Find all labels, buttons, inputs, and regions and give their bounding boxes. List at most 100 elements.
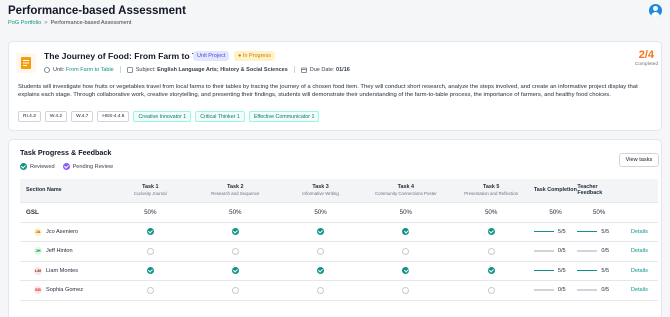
- user-avatar-icon[interactable]: [649, 4, 662, 17]
- reviewed-check-icon: [487, 228, 495, 236]
- task-3-status[interactable]: [277, 280, 364, 301]
- teacher-feedback-cell: 0/5: [577, 241, 621, 262]
- teacher-feedback-cell: 5/5: [577, 222, 621, 242]
- task-completion-cell: 5/5: [533, 222, 578, 242]
- gsl-task-1: 50%: [107, 202, 193, 223]
- task-4-status[interactable]: [363, 261, 449, 281]
- due-label: Due Date:: [309, 66, 335, 73]
- not-started-circle-icon: [231, 247, 239, 255]
- reviewed-check-icon: [317, 267, 325, 275]
- gsl-task-5: 50%: [448, 202, 534, 223]
- col-task-4: Task 4 Community Connections Poster: [363, 179, 449, 203]
- student-cell: LM Liam Montes: [20, 261, 108, 281]
- task-4-status[interactable]: [363, 222, 449, 242]
- view-tasks-button[interactable]: View tasks: [619, 153, 659, 167]
- task-3-status[interactable]: [277, 222, 364, 242]
- reviewed-check-icon: [146, 228, 154, 236]
- teacher-feedback-cell: 0/5: [577, 280, 621, 301]
- avatar: SG: [34, 286, 42, 295]
- task-5-status[interactable]: [448, 222, 534, 242]
- task-4-status[interactable]: [363, 280, 449, 301]
- student-name[interactable]: Jeff Hinton: [46, 248, 73, 254]
- gsl-task-4: 50%: [363, 202, 449, 223]
- table-row: JH Jeff Hinton 0/5 0/5 Details: [20, 241, 658, 262]
- reviewed-check-icon: [487, 267, 495, 275]
- task-completion-cell: 0/5: [533, 241, 578, 262]
- task-2-status[interactable]: [192, 261, 278, 281]
- task-3-status[interactable]: [277, 241, 364, 262]
- task-2-status[interactable]: [192, 280, 278, 301]
- table-row: LM Liam Montes 5/5 5/5 Details: [20, 261, 658, 281]
- table-header-row: Section Name Task 1 Curiosity Journal Tas…: [20, 179, 658, 203]
- project-meta: Unit: From Farm to Table Subject: Englis…: [44, 66, 350, 73]
- col-teacher-feedback: Teacher Feedback: [577, 179, 621, 203]
- breadcrumb-current: Performance-based Assessment: [50, 20, 132, 26]
- student-cell: SG Sophia Gomez: [20, 280, 108, 301]
- competency-chip[interactable]: Creative Innovator 1: [133, 111, 192, 122]
- competency-chip[interactable]: Effective Communicator 1: [248, 111, 320, 122]
- standard-chip[interactable]: RI.4.3: [18, 111, 41, 122]
- project-document-icon: [16, 53, 36, 73]
- unit-label: Unit:: [53, 66, 65, 73]
- details-link[interactable]: Details: [631, 229, 648, 235]
- standard-chip[interactable]: W.4.7: [71, 111, 94, 122]
- gsl-completion: 50%: [533, 202, 578, 223]
- col-task-5: Task 5 Presentation and Reflection: [448, 179, 534, 203]
- task-4-status[interactable]: [363, 241, 449, 262]
- legend: Reviewed Pending Review: [20, 163, 113, 170]
- details-link[interactable]: Details: [631, 268, 648, 274]
- legend-pending-label: Pending Review: [72, 163, 114, 170]
- col-task-2-label: Task 2: [227, 184, 244, 191]
- subject-icon: [126, 66, 133, 73]
- task-2-status[interactable]: [192, 222, 278, 242]
- col-task-5-sub: Presentation and Reflection: [464, 191, 519, 197]
- due-value: 01/16: [336, 66, 350, 73]
- col-actions: [620, 179, 658, 203]
- completion-score: 0/5: [557, 248, 566, 254]
- standard-chip[interactable]: HSS-4.4.6: [97, 111, 130, 122]
- task-5-status[interactable]: [448, 280, 534, 301]
- gsl-row: GSL 50% 50% 50% 50% 50% 50% 50%: [20, 202, 658, 223]
- task-3-status[interactable]: [277, 261, 364, 281]
- task-1-status[interactable]: [107, 261, 193, 281]
- feedback-score: 0/5: [601, 287, 610, 293]
- completion-progress-bar: [533, 269, 554, 272]
- student-name[interactable]: Jco Aseniero: [46, 229, 78, 235]
- competency-chip[interactable]: Critical Thinker 1: [195, 111, 245, 122]
- details-cell: Details: [620, 222, 658, 242]
- student-cell: JH Jeff Hinton: [20, 241, 108, 262]
- task-1-status[interactable]: [107, 241, 193, 262]
- task-2-status[interactable]: [192, 241, 278, 262]
- student-name[interactable]: Sophia Gomez: [46, 287, 83, 293]
- student-name[interactable]: Liam Montes: [46, 268, 78, 274]
- completed-label: Completed: [634, 62, 658, 67]
- completed-count: 2/4: [638, 49, 654, 61]
- not-started-circle-icon: [487, 247, 495, 255]
- feedback-score: 5/5: [601, 267, 610, 274]
- task-5-status[interactable]: [448, 241, 534, 262]
- completion-score: 5/5: [557, 267, 566, 274]
- task-1-status[interactable]: [107, 280, 193, 301]
- not-started-circle-icon: [146, 247, 154, 255]
- col-task-5-label: Task 5: [482, 184, 500, 191]
- col-task-2: Task 2 Research and Sequence: [192, 179, 278, 203]
- breadcrumb: PoG Portfolio > Performance-based Assessme…: [8, 19, 131, 27]
- reviewed-check-icon: [317, 228, 325, 236]
- col-task-3-label: Task 3: [312, 184, 329, 191]
- task-5-status[interactable]: [448, 261, 534, 281]
- progress-table: Section Name Task 1 Curiosity Journal Tas…: [20, 179, 658, 301]
- col-task-completion: Task Completion: [533, 179, 578, 203]
- details-link[interactable]: Details: [631, 248, 648, 254]
- status-badge: ● In Progress: [234, 51, 275, 61]
- standard-chip[interactable]: W.4.2: [44, 111, 68, 122]
- completion-progress-bar: [533, 230, 554, 233]
- feedback-progress-bar: [577, 289, 598, 291]
- unit-link[interactable]: From Farm to Table: [66, 67, 114, 73]
- task-1-status[interactable]: [107, 222, 193, 242]
- breadcrumb-link-portfolio[interactable]: PoG Portfolio: [8, 20, 41, 26]
- details-link[interactable]: Details: [631, 287, 648, 293]
- status-badge-label: In Progress: [242, 53, 271, 59]
- not-started-circle-icon: [487, 286, 495, 294]
- calendar-icon: [300, 67, 307, 73]
- table-row: JA Jco Aseniero 5/5 5/5 Details: [20, 222, 658, 242]
